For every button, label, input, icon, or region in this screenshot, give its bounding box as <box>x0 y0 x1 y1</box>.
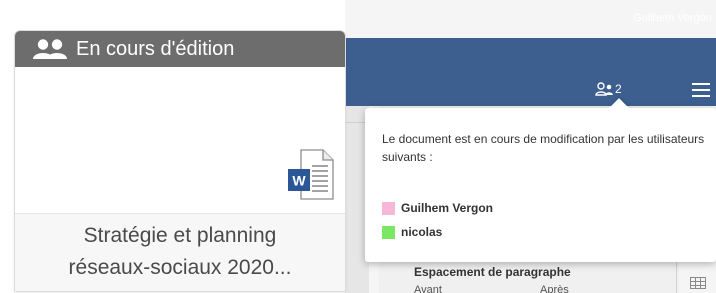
spacing-before-label: Avant <box>414 284 442 293</box>
list-item: Guilhem Vergon <box>382 196 493 220</box>
editing-status-banner: En cours d'édition <box>15 31 345 67</box>
list-item: nicolas <box>382 220 493 244</box>
spacing-after-label: Après <box>540 284 569 293</box>
users-icon <box>33 38 76 60</box>
active-users-popover: Le document est en cours de modification… <box>365 98 716 262</box>
word-icon: W <box>287 149 335 201</box>
editor-toolbar: 2 <box>345 38 716 106</box>
document-title-area: Stratégie et planning réseaux-sociaux 20… <box>15 213 345 291</box>
user-name: nicolas <box>401 225 443 239</box>
user-color-swatch <box>382 225 395 239</box>
users-button[interactable]: 2 <box>595 82 622 96</box>
document-card[interactable]: En cours d'édition W Stratégie et planni… <box>14 30 346 292</box>
current-user-name[interactable]: Guilhem Vergon <box>633 12 712 24</box>
users-icon <box>595 82 615 96</box>
user-name: Guilhem Vergon <box>401 201 494 215</box>
active-users-list: Guilhem Vergon nicolas <box>382 196 493 244</box>
paragraph-spacing-heading: Espacement de paragraphe <box>414 265 571 279</box>
document-title-line-1[interactable]: Stratégie et planning <box>15 214 345 252</box>
users-count: 2 <box>615 82 622 96</box>
table-icon[interactable] <box>690 277 706 289</box>
divider <box>676 258 677 293</box>
hamburger-icon[interactable] <box>692 83 710 97</box>
popover-message: Le document est en cours de modification… <box>382 132 705 164</box>
editing-status-label: En cours d'édition <box>76 37 235 60</box>
document-title-line-2[interactable]: réseaux-sociaux 2020... <box>15 252 345 284</box>
user-color-swatch <box>382 201 395 215</box>
svg-text:W: W <box>292 173 306 189</box>
